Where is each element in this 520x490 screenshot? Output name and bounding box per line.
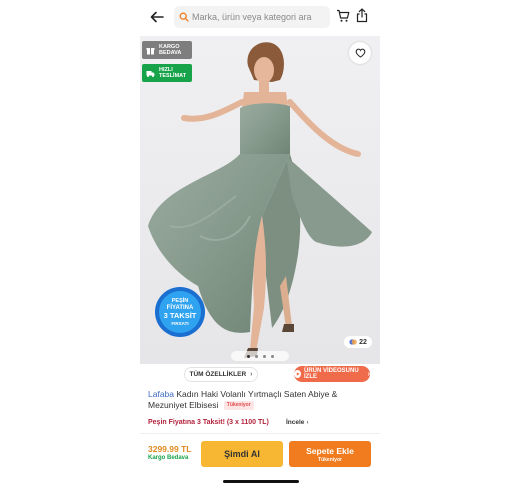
- gift-icon: [146, 47, 155, 55]
- shipping-label: Kargo Bedava: [148, 455, 189, 461]
- stock-warning-tag: Tükeniyor: [223, 401, 254, 411]
- search-bar[interactable]: [174, 6, 330, 28]
- pager-dot[interactable]: [254, 354, 258, 358]
- search-icon: [179, 12, 189, 22]
- promo-line-3: 3 TAKSİT: [164, 311, 197, 320]
- watch-video-label: ÜRÜN VİDEOSUNU İZLE: [304, 368, 359, 380]
- promo-line-4: FIRSATI: [171, 321, 188, 326]
- image-count-badge[interactable]: 22: [344, 336, 372, 348]
- phone-screen: KARGOBEDAVA HIZLITESLİMAT PEŞİN FİYATINA…: [140, 0, 380, 490]
- promo-line-1: PEŞİN: [172, 297, 189, 304]
- review-link[interactable]: İncele ›: [286, 419, 308, 426]
- chevron-right-icon: ›: [306, 420, 309, 426]
- product-title: Lafaba Kadın Haki Volanlı Yırtmaçlı Sate…: [148, 389, 374, 411]
- brand-link[interactable]: Lafaba: [148, 389, 174, 399]
- chevron-right-icon: ›: [250, 371, 253, 378]
- add-to-cart-button[interactable]: Sepete Ekle Tükeniyor: [289, 441, 371, 467]
- arrow-left-icon[interactable]: [148, 8, 166, 26]
- fast-delivery-badge: HIZLI TESLİMAT: [142, 64, 192, 82]
- home-indicator[interactable]: [223, 480, 299, 483]
- buy-now-label: Şimdi Al: [224, 449, 260, 459]
- play-icon: [294, 370, 301, 378]
- product-image-carousel[interactable]: KARGO BEDAVA HIZLI TESLİMAT PEŞİN FİYATINA…: [140, 36, 380, 364]
- cart-icon[interactable]: [336, 9, 350, 23]
- top-header: [140, 0, 380, 34]
- promo-line-2: FİYATINA: [167, 304, 194, 311]
- all-features-button[interactable]: TÜM ÖZELLİKLER ›: [184, 367, 258, 382]
- image-count: 22: [359, 338, 367, 346]
- buy-now-button[interactable]: Şimdi Al: [201, 441, 283, 467]
- purchase-bar: 3299.99 TL Kargo Bedava Şimdi Al Sepete …: [140, 433, 380, 471]
- share-icon[interactable]: [356, 8, 368, 23]
- search-input[interactable]: [192, 12, 330, 22]
- installment-info: Peşin Fiyatına 3 Taksit! (3 x 1100 TL): [148, 419, 269, 426]
- add-to-cart-label: Sepete Ekle: [306, 445, 354, 456]
- product-price: 3299.99 TL: [148, 444, 192, 454]
- pager-dot[interactable]: [262, 354, 266, 358]
- truck-icon: [146, 70, 155, 77]
- all-features-label: TÜM ÖZELLİKLER: [189, 371, 247, 378]
- carousel-pager[interactable]: [231, 351, 289, 361]
- add-to-cart-sublabel: Tükeniyor: [318, 456, 342, 463]
- installment-promo-sticker: PEŞİN FİYATINA 3 TAKSİT FIRSATI: [155, 287, 205, 337]
- heart-icon: [355, 48, 365, 58]
- chevron-right-icon: ›: [367, 370, 370, 378]
- favorite-button[interactable]: [349, 42, 371, 64]
- gallery-icon: [349, 339, 357, 345]
- pager-dot[interactable]: [246, 354, 250, 358]
- watch-video-button[interactable]: ÜRÜN VİDEOSUNU İZLE ›: [294, 366, 370, 382]
- pager-dot[interactable]: [270, 354, 274, 358]
- free-shipping-badge: KARGO BEDAVA: [142, 41, 192, 59]
